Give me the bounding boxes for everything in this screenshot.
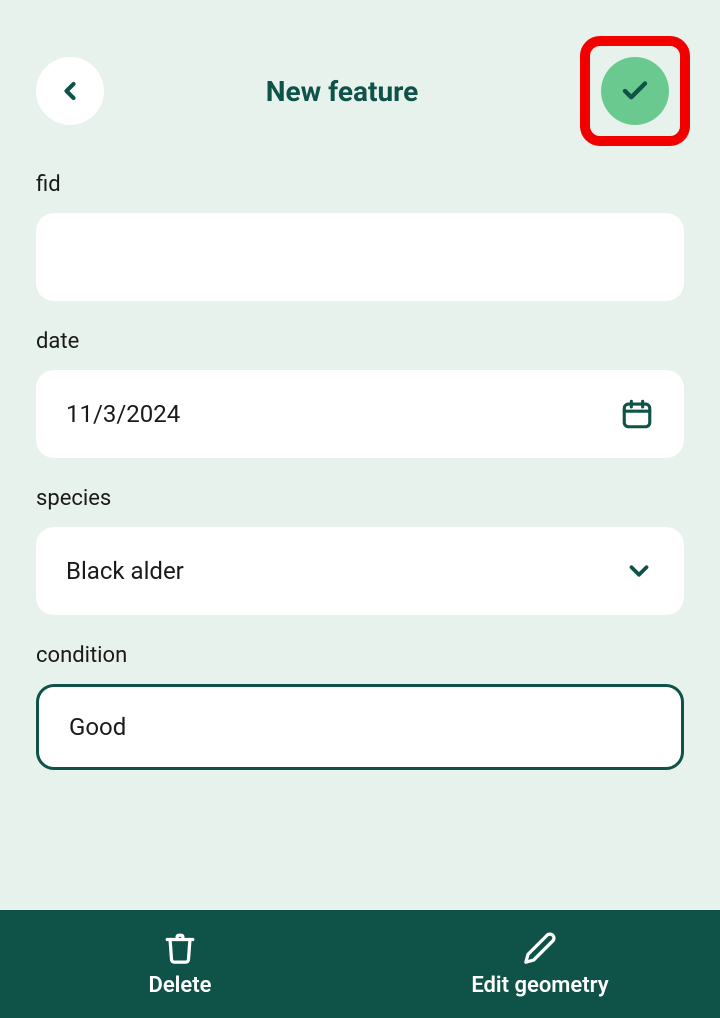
condition-value: Good [69,713,126,741]
fid-input[interactable] [36,213,684,301]
field-label-species: species [36,486,684,511]
date-input[interactable]: 11/3/2024 [36,370,684,458]
back-button[interactable] [36,57,104,125]
trash-icon [163,931,197,965]
field-date: date 11/3/2024 [36,329,684,458]
header: New feature [0,0,720,172]
edit-geometry-label: Edit geometry [471,973,608,998]
field-label-condition: condition [36,643,684,668]
pencil-icon [523,931,557,965]
species-select[interactable]: Black alder [36,527,684,615]
confirm-highlight [580,36,690,146]
check-icon [620,76,650,106]
chevron-down-icon [624,556,654,586]
field-label-fid: fid [36,172,684,197]
edit-geometry-button[interactable]: Edit geometry [360,931,720,998]
chevron-left-icon [56,77,84,105]
species-value: Black alder [66,557,184,585]
page-title: New feature [266,75,418,108]
date-value: 11/3/2024 [66,400,180,428]
form-content: fid date 11/3/2024 species Black alder [0,172,720,910]
field-fid: fid [36,172,684,301]
delete-label: Delete [149,973,212,998]
field-label-date: date [36,329,684,354]
bottom-bar: Delete Edit geometry [0,910,720,1018]
calendar-icon [620,397,654,431]
delete-button[interactable]: Delete [0,931,360,998]
condition-input[interactable]: Good [36,684,684,770]
confirm-button[interactable] [601,57,669,125]
field-species: species Black alder [36,486,684,615]
field-condition: condition Good [36,643,684,770]
